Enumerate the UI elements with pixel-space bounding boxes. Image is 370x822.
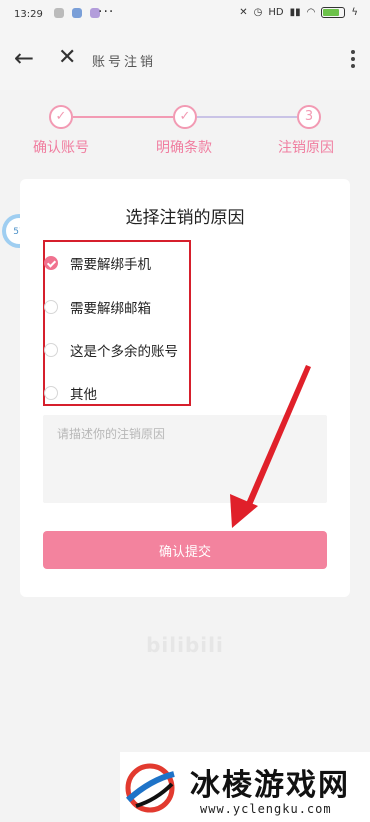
app-notification-icon <box>54 8 64 18</box>
option-other[interactable]: 其他 <box>44 382 97 404</box>
site-watermark: 冰棱游戏网 www.yclengku.com <box>120 752 370 822</box>
app-notification-icon <box>72 8 82 18</box>
notification-icons <box>54 8 100 18</box>
confirm-submit-button[interactable]: 确认提交 <box>43 531 327 569</box>
radio-icon[interactable] <box>44 386 58 400</box>
watermark-logo-icon <box>125 763 175 813</box>
radio-icon[interactable] <box>44 300 58 314</box>
signal-icon: ▮▮ <box>289 7 301 18</box>
step-3-number: 3 <box>297 105 321 129</box>
status-bar: 13:29 ··· ✕ ◷ HD ▮▮ ◠ ϟ <box>0 0 370 30</box>
card-heading: 选择注销的原因 <box>125 208 245 228</box>
radio-checked-icon[interactable] <box>44 256 58 270</box>
charging-icon: ϟ <box>351 7 358 18</box>
radio-icon[interactable] <box>44 343 58 357</box>
option-redundant-account[interactable]: 这是个多余的账号 <box>44 339 178 361</box>
back-arrow-icon[interactable]: ← <box>14 46 34 70</box>
more-notifications-icon: ··· <box>98 4 115 20</box>
step-connector <box>197 116 297 118</box>
step-label-terms: 明确条款 <box>156 140 212 156</box>
mute-icon: ✕ <box>239 7 248 18</box>
reason-card: 选择注销的原因 需要解绑手机 需要解绑邮箱 这是个多余的账号 其他 确认提交 <box>20 179 350 597</box>
more-options-icon[interactable] <box>350 50 356 68</box>
watermark-brand: 冰棱游戏网 <box>190 768 350 803</box>
network-icon: HD <box>268 7 284 18</box>
page-title: 账号注销 <box>92 55 157 70</box>
alarm-icon: ◷ <box>253 7 263 18</box>
step-1-check-icon: ✓ <box>49 105 73 129</box>
wifi-icon: ◠ <box>306 7 316 18</box>
option-unbind-phone[interactable]: 需要解绑手机 <box>44 252 151 274</box>
close-icon[interactable]: ✕ <box>58 46 76 70</box>
option-unbind-email[interactable]: 需要解绑邮箱 <box>44 296 151 318</box>
bilibili-logo: bilibili <box>146 633 224 657</box>
option-label: 需要解绑手机 <box>70 257 151 273</box>
status-time: 13:29 <box>14 9 43 20</box>
watermark-url: www.yclengku.com <box>200 802 332 816</box>
progress-steps: ✓ ✓ 3 确认账号 明确条款 注销原因 <box>0 100 370 170</box>
step-label-reason: 注销原因 <box>278 140 334 156</box>
step-label-confirm-account: 确认账号 <box>33 140 89 156</box>
option-label: 需要解绑邮箱 <box>70 301 151 317</box>
option-label: 其他 <box>70 387 97 403</box>
step-connector <box>73 116 173 118</box>
reason-textarea[interactable] <box>43 415 327 503</box>
top-bar: ← ✕ 账号注销 <box>0 30 370 90</box>
step-2-check-icon: ✓ <box>173 105 197 129</box>
battery-icon <box>321 7 346 18</box>
option-label: 这是个多余的账号 <box>70 344 178 360</box>
